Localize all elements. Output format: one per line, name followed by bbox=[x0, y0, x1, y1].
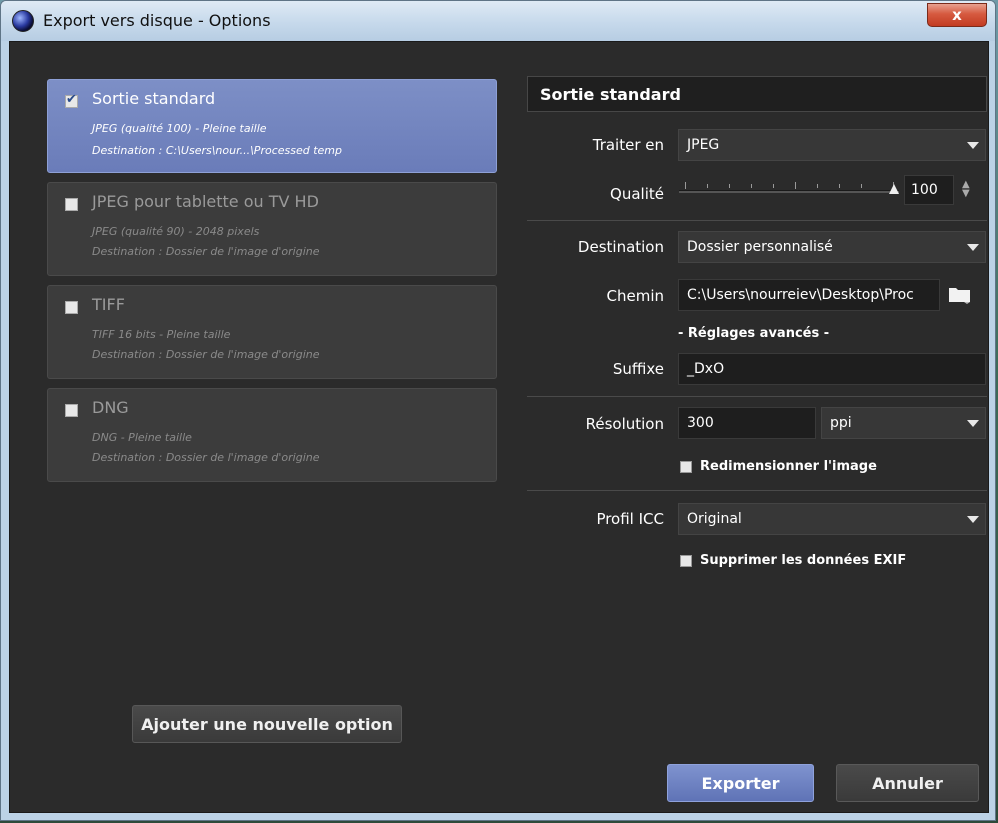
qualite-spinner[interactable]: ▲ ▼ bbox=[962, 180, 970, 199]
option-title: DNG bbox=[92, 398, 129, 417]
slider-tick bbox=[729, 184, 730, 188]
slider-tick bbox=[817, 184, 818, 188]
resize-checkbox[interactable] bbox=[680, 460, 692, 473]
suffixe-label: Suffixe bbox=[612, 360, 664, 378]
option-card-standard[interactable]: ✔ Sortie standard JPEG (qualité 100) - P… bbox=[47, 79, 497, 173]
divider bbox=[527, 220, 987, 221]
window-title: Export vers disque - Options bbox=[43, 11, 271, 30]
destination-label: Destination bbox=[577, 238, 664, 256]
option-card-tiff[interactable]: TIFF TIFF 16 bits - Pleine taille Destin… bbox=[47, 285, 497, 379]
chemin-label: Chemin bbox=[606, 287, 665, 305]
option-checkbox[interactable] bbox=[65, 198, 78, 211]
divider bbox=[527, 490, 987, 491]
chemin-input[interactable]: C:\Users\nourreiev\Desktop\Proc bbox=[678, 279, 940, 311]
resolution-label: Résolution bbox=[585, 415, 664, 433]
divider bbox=[527, 396, 987, 397]
resize-label: Redimensionner l'image bbox=[700, 459, 877, 474]
destination-value: Dossier personnalisé bbox=[687, 239, 833, 255]
chevron-down-icon bbox=[967, 244, 979, 251]
destination-dropdown[interactable]: Dossier personnalisé bbox=[678, 231, 986, 263]
option-destination: Destination : Dossier de l'image d'origi… bbox=[92, 245, 320, 258]
exif-checkbox[interactable] bbox=[680, 554, 692, 567]
option-format: DNG - Pleine taille bbox=[92, 431, 192, 444]
qualite-slider[interactable] bbox=[679, 176, 899, 198]
export-button[interactable]: Exporter bbox=[667, 764, 814, 802]
export-dialog: Export vers disque - Options x ✔ Sortie … bbox=[0, 0, 996, 821]
option-checkbox[interactable] bbox=[65, 301, 78, 314]
traiter-dropdown[interactable]: JPEG bbox=[678, 129, 986, 161]
option-destination: Destination : Dossier de l'image d'origi… bbox=[92, 451, 320, 464]
slider-thumb[interactable] bbox=[889, 184, 899, 194]
title-bar[interactable]: Export vers disque - Options x bbox=[1, 1, 995, 41]
chevron-down-icon bbox=[967, 516, 979, 523]
resize-checkbox-row[interactable]: Redimensionner l'image bbox=[680, 459, 877, 474]
option-title: Sortie standard bbox=[92, 89, 216, 108]
exif-label: Supprimer les données EXIF bbox=[700, 553, 907, 568]
slider-tick bbox=[795, 182, 796, 189]
chevron-down-icon bbox=[967, 420, 979, 427]
exif-checkbox-row[interactable]: Supprimer les données EXIF bbox=[680, 553, 906, 568]
option-title: JPEG pour tablette ou TV HD bbox=[92, 192, 319, 211]
traiter-label: Traiter en bbox=[592, 136, 664, 154]
slider-tick bbox=[773, 184, 774, 188]
settings-header: Sortie standard bbox=[527, 76, 987, 112]
option-format: JPEG (qualité 100) - Pleine taille bbox=[92, 122, 267, 135]
slider-tick bbox=[861, 184, 862, 188]
slider-tick bbox=[839, 184, 840, 188]
checkmark-icon: ✔ bbox=[66, 92, 77, 107]
icc-label: Profil ICC bbox=[596, 510, 664, 528]
chevron-down-icon bbox=[967, 142, 979, 149]
traiter-value: JPEG bbox=[687, 137, 720, 153]
slider-tick bbox=[751, 184, 752, 188]
option-card-jpeg-tablet[interactable]: JPEG pour tablette ou TV HD JPEG (qualit… bbox=[47, 182, 497, 276]
option-title: TIFF bbox=[92, 295, 125, 314]
slider-tick bbox=[685, 182, 686, 189]
resolution-unit-value: ppi bbox=[830, 415, 852, 431]
slider-track-line bbox=[679, 190, 899, 193]
resolution-input[interactable]: 300 bbox=[678, 407, 816, 439]
cancel-button[interactable]: Annuler bbox=[836, 764, 979, 802]
qualite-input[interactable]: 100 bbox=[904, 175, 954, 205]
add-option-button[interactable]: Ajouter une nouvelle option bbox=[132, 705, 402, 743]
option-format: JPEG (qualité 90) - 2048 pixels bbox=[92, 225, 260, 238]
dialog-content: ✔ Sortie standard JPEG (qualité 100) - P… bbox=[9, 41, 989, 813]
close-icon: x bbox=[952, 6, 962, 24]
suffixe-input[interactable]: _DxO bbox=[678, 353, 986, 385]
option-card-dng[interactable]: DNG DNG - Pleine taille Destination : Do… bbox=[47, 388, 497, 482]
option-format: TIFF 16 bits - Pleine taille bbox=[92, 328, 231, 341]
icc-dropdown[interactable]: Original bbox=[678, 503, 986, 535]
qualite-label: Qualité bbox=[610, 185, 664, 203]
advanced-settings-label: - Réglages avancés - bbox=[678, 326, 830, 341]
option-destination: Destination : C:\Users\nour...\Processed… bbox=[92, 144, 342, 157]
resolution-unit-dropdown[interactable]: ppi bbox=[821, 407, 986, 439]
dxo-app-icon bbox=[12, 10, 34, 32]
option-checkbox[interactable]: ✔ bbox=[65, 92, 78, 108]
icc-value: Original bbox=[687, 511, 742, 527]
folder-icon[interactable] bbox=[948, 286, 972, 304]
close-button[interactable]: x bbox=[927, 3, 987, 27]
slider-tick bbox=[707, 184, 708, 188]
option-checkbox[interactable] bbox=[65, 404, 78, 417]
option-destination: Destination : Dossier de l'image d'origi… bbox=[92, 348, 320, 361]
